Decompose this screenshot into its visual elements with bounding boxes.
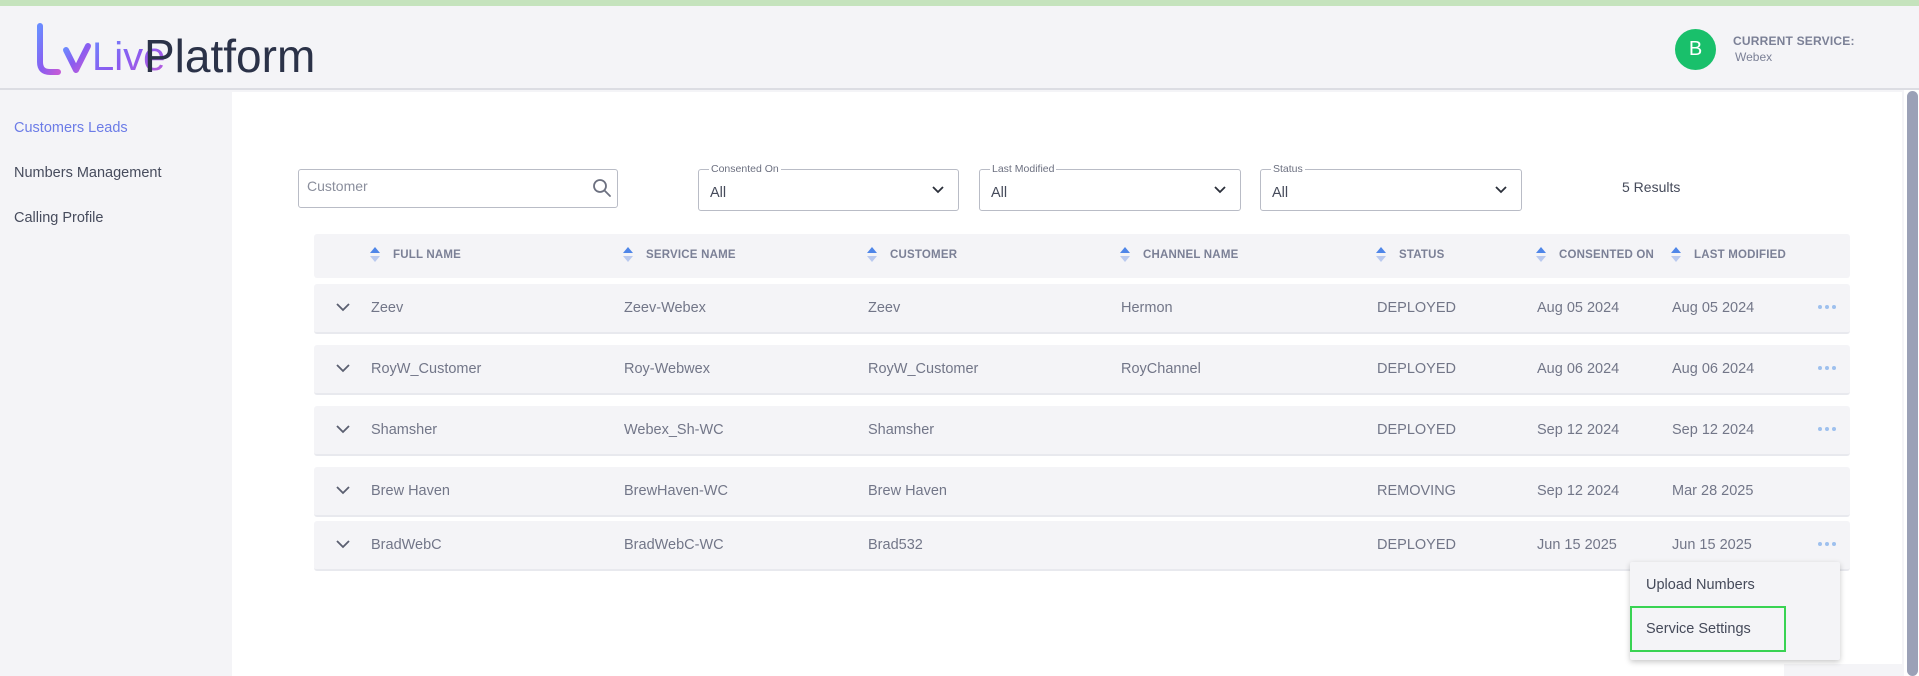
bottom-strip (1784, 664, 1904, 676)
cell-customer: RoyW_Customer (868, 361, 979, 377)
column-header-full-name[interactable]: FULL NAME (393, 249, 461, 261)
consented-on-select[interactable]: Consented On All (698, 163, 959, 211)
consented-on-value: All (710, 185, 727, 201)
sort-icon[interactable] (1536, 247, 1546, 262)
sidebar: Customers Leads Numbers Management Calli… (0, 92, 232, 676)
chevron-down-icon (1214, 186, 1226, 194)
chevron-down-icon (932, 186, 944, 194)
chevron-down-icon[interactable] (334, 420, 352, 438)
customer-search-input[interactable] (307, 178, 577, 194)
sort-icon[interactable] (1376, 247, 1386, 262)
results-count: 5 Results (1622, 179, 1681, 195)
sort-icon[interactable] (867, 247, 877, 262)
cell-full-name: Shamsher (371, 422, 438, 438)
cell-last-modified: Sep 12 2024 (1672, 422, 1755, 438)
cell-full-name: BradWebC (371, 537, 442, 553)
cell-status: REMOVING (1377, 483, 1456, 499)
column-header-customer[interactable]: CUSTOMER (890, 249, 957, 261)
cell-last-modified: Jun 15 2025 (1672, 537, 1752, 553)
search-icon[interactable] (592, 178, 612, 198)
scrollbar-thumb[interactable] (1907, 91, 1918, 676)
cell-full-name: RoyW_Customer (371, 361, 482, 377)
cell-full-name: Zeev (371, 300, 404, 316)
current-service-value: Webex (1735, 50, 1773, 64)
cell-customer: Brew Haven (868, 483, 947, 499)
logo-text-platform: Platform (144, 30, 315, 80)
column-header-service-name[interactable]: SERVICE NAME (646, 249, 736, 261)
liveplatform-logo: Live Platform (37, 23, 315, 80)
sidebar-item-numbers-management[interactable]: Numbers Management (14, 165, 162, 181)
cell-channel-name: RoyChannel (1121, 361, 1201, 377)
more-options-icon[interactable] (1816, 302, 1838, 312)
current-service-label: CURRENT SERVICE: (1733, 34, 1855, 48)
consented-on-label: Consented On (709, 163, 781, 175)
column-header-channel-name[interactable]: CHANNEL NAME (1143, 249, 1238, 261)
sidebar-item-calling-profile[interactable]: Calling Profile (14, 210, 103, 226)
cell-status: DEPLOYED (1377, 537, 1456, 553)
cell-status: DEPLOYED (1377, 422, 1456, 438)
column-header-consented-on[interactable]: CONSENTED ON (1559, 249, 1654, 261)
app-header: Live Platform B CURRENT SERVICE: Webex (0, 6, 1919, 90)
row-actions-menu: Upload Numbers Service Settings (1630, 562, 1840, 660)
cell-service-name: BrewHaven-WC (624, 483, 728, 499)
sort-icon[interactable] (623, 247, 633, 262)
cell-service-name: Webex_Sh-WC (624, 422, 724, 438)
column-header-last-modified[interactable]: LAST MODIFIED (1694, 249, 1786, 261)
cell-last-modified: Aug 05 2024 (1672, 300, 1755, 316)
table-row: RoyW_Customer Roy-Webwex RoyW_Customer R… (314, 345, 1850, 395)
table-header: FULL NAME SERVICE NAME CUSTOMER CHANNEL … (314, 234, 1850, 278)
cell-service-name: BradWebC-WC (624, 537, 724, 553)
last-modified-label: Last Modified (990, 163, 1057, 175)
chevron-down-icon[interactable] (334, 298, 352, 316)
last-modified-select[interactable]: Last Modified All (979, 163, 1241, 211)
table-row: Brew Haven BrewHaven-WC Brew Haven REMOV… (314, 467, 1850, 517)
last-modified-value: All (991, 185, 1008, 201)
cell-consented-on: Aug 05 2024 (1537, 300, 1620, 316)
cell-full-name: Brew Haven (371, 483, 450, 499)
sort-icon[interactable] (1671, 247, 1681, 262)
more-options-icon[interactable] (1816, 539, 1838, 549)
column-header-status[interactable]: STATUS (1399, 249, 1445, 261)
table-row: BradWebC BradWebC-WC Brad532 DEPLOYED Ju… (314, 521, 1850, 571)
cell-consented-on: Sep 12 2024 (1537, 422, 1620, 438)
cell-service-name: Roy-Webwex (624, 361, 710, 377)
menu-item-label: Service Settings (1646, 621, 1751, 637)
customer-search-field (298, 169, 618, 208)
cell-service-name: Zeev-Webex (624, 300, 706, 316)
cell-last-modified: Aug 06 2024 (1672, 361, 1755, 377)
chevron-down-icon[interactable] (334, 359, 352, 377)
cell-customer: Zeev (868, 300, 901, 316)
table-row: Zeev Zeev-Webex Zeev Hermon DEPLOYED Aug… (314, 284, 1850, 334)
more-options-icon[interactable] (1816, 424, 1838, 434)
sidebar-item-customers-leads[interactable]: Customers Leads (14, 120, 128, 136)
sort-icon[interactable] (370, 247, 380, 262)
menu-item-label: Upload Numbers (1646, 577, 1755, 593)
table-row: Shamsher Webex_Sh-WC Shamsher DEPLOYED S… (314, 406, 1850, 456)
menu-item-service-settings[interactable]: Service Settings (1630, 606, 1786, 652)
status-select[interactable]: Status All (1260, 163, 1522, 211)
cell-last-modified: Mar 28 2025 (1672, 483, 1754, 499)
status-value: All (1272, 185, 1289, 201)
cell-consented-on: Jun 15 2025 (1537, 537, 1617, 553)
menu-item-upload-numbers[interactable]: Upload Numbers (1630, 562, 1840, 608)
chevron-down-icon[interactable] (334, 481, 352, 499)
avatar[interactable]: B (1675, 29, 1716, 70)
avatar-initial: B (1688, 38, 1703, 60)
sort-icon[interactable] (1120, 247, 1130, 262)
more-options-icon[interactable] (1816, 363, 1838, 373)
cell-status: DEPLOYED (1377, 361, 1456, 377)
cell-status: DEPLOYED (1377, 300, 1456, 316)
cell-customer: Brad532 (868, 537, 923, 553)
cell-consented-on: Aug 06 2024 (1537, 361, 1620, 377)
cell-consented-on: Sep 12 2024 (1537, 483, 1620, 499)
cell-channel-name: Hermon (1121, 300, 1173, 316)
status-label: Status (1271, 163, 1305, 175)
chevron-down-icon[interactable] (334, 535, 352, 553)
chevron-down-icon (1495, 186, 1507, 194)
cell-customer: Shamsher (868, 422, 935, 438)
